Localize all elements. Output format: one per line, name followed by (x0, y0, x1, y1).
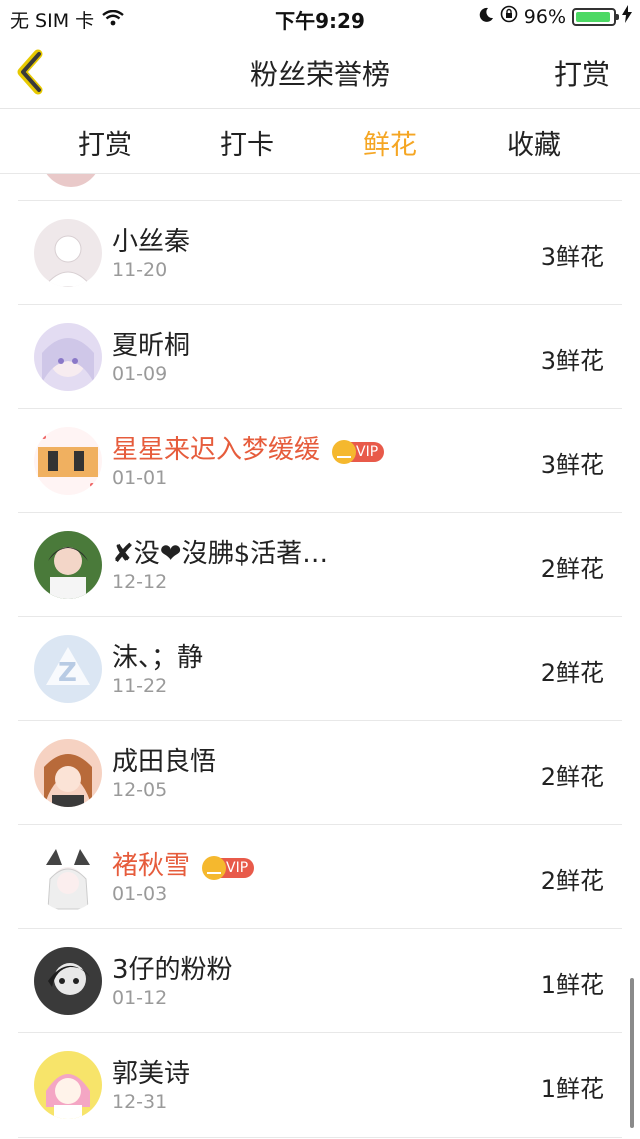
avatar (34, 219, 102, 287)
fan-name-text: 郭美诗 (112, 1059, 191, 1089)
list-item[interactable]: 褚秋雪 VIP 01-03 2鲜花 (18, 824, 622, 929)
tab-favorites[interactable]: 收藏 (507, 123, 561, 162)
avatar (34, 531, 102, 599)
avatar (34, 323, 102, 391)
battery-fill (576, 11, 611, 22)
moon-icon (478, 6, 494, 28)
svg-text:Z: Z (58, 658, 77, 688)
rotation-lock-icon (500, 5, 518, 28)
list-item[interactable]: 夏昕桐 01-09 3鲜花 (18, 304, 622, 409)
tab-flowers[interactable]: 鲜花 (363, 123, 417, 162)
list-item[interactable]: 成田良悟 12-05 2鲜花 (18, 720, 622, 825)
fan-name-text: 夏昕桐 (112, 331, 191, 361)
fan-name: 夏昕桐 (112, 325, 190, 362)
fan-name: 成田良悟 (112, 741, 216, 778)
tab-bar: 打赏 打卡 鲜花 收藏 (0, 109, 640, 174)
flower-count: 1鲜花 (540, 1075, 604, 1103)
fan-name: 3仔的粉粉 (112, 949, 233, 986)
fan-name: 沫、；静 (112, 637, 203, 674)
page-title: 粉丝荣誉榜 (249, 58, 390, 91)
fan-name-text: 褚秋雪 (112, 851, 191, 881)
list-item[interactable]: 星星来迟入梦缓缓 VIP 01-01 3鲜花 (18, 408, 622, 513)
fan-date: 12-12 (112, 571, 168, 593)
charging-bolt-icon (622, 5, 632, 28)
flower-count: 2鲜花 (540, 867, 604, 895)
status-bar: 无 SIM 卡 下午9:29 96% (0, 0, 640, 36)
fan-name-text: 成田良悟 (112, 747, 217, 777)
tip-button[interactable]: 打赏 (554, 53, 610, 93)
vip-badge: VIP (202, 853, 255, 880)
list-item[interactable]: Z 沫、；静 11-22 2鲜花 (18, 616, 622, 721)
status-right: 96% (478, 5, 632, 28)
flower-count: 1鲜花 (540, 971, 604, 999)
fan-date: 01-01 (112, 467, 168, 489)
fan-date: 11-20 (112, 259, 168, 281)
list-item[interactable]: 小丝秦 11-20 3鲜花 (18, 200, 622, 305)
fan-name: ✘没❤沒胇$活著… (112, 533, 328, 570)
fan-date: 01-09 (112, 363, 168, 385)
avatar: Z (34, 635, 102, 703)
list-item[interactable]: 郭美诗 12-31 1鲜花 (18, 1032, 622, 1138)
fan-name: 小丝秦 (112, 221, 190, 258)
list-item[interactable]: ✘没❤沒胇$活著… 12-12 2鲜花 (18, 512, 622, 617)
crown-icon (332, 440, 357, 464)
avatar (34, 1051, 102, 1119)
flower-count: 3鲜花 (540, 347, 604, 375)
tab-checkin[interactable]: 打卡 (220, 123, 274, 162)
vip-badge: VIP (332, 437, 385, 464)
avatar (34, 947, 102, 1015)
flower-count: 2鲜花 (540, 763, 604, 791)
battery-percent: 96% (523, 5, 566, 28)
avatar (34, 843, 102, 911)
fan-date: 12-31 (112, 1091, 168, 1113)
tab-tip[interactable]: 打赏 (78, 123, 132, 162)
avatar (40, 174, 102, 187)
battery-icon (572, 7, 619, 26)
fan-name-text: 3仔的粉粉 (112, 955, 233, 985)
fan-date: 01-03 (112, 883, 168, 905)
nav-bar: 粉丝荣誉榜 打赏 (0, 36, 640, 109)
fan-date: 11-22 (112, 675, 168, 697)
fan-name: 郭美诗 (112, 1053, 190, 1090)
list-item[interactable]: 3仔的粉粉 01-12 1鲜花 (18, 928, 622, 1033)
flower-count: 2鲜花 (540, 555, 604, 583)
fan-name: 褚秋雪 VIP (112, 845, 255, 882)
avatar (34, 739, 102, 807)
fan-date: 01-12 (112, 987, 168, 1009)
fan-name-text: ✘没❤沒胇$活著… (112, 539, 329, 569)
crown-icon (202, 856, 227, 880)
fan-name-text: 沫、；静 (112, 643, 204, 673)
fan-date: 12-05 (112, 779, 168, 801)
fan-name-text: 星星来迟入梦缓缓 (112, 435, 321, 465)
fan-name: 星星来迟入梦缓缓 VIP (112, 429, 385, 466)
flower-count: 3鲜花 (540, 243, 604, 271)
flower-count: 3鲜花 (540, 451, 604, 479)
fan-list: 小丝秦 11-20 3鲜花 夏昕桐 01-09 3鲜花 星星来迟入梦缓缓 VIP … (0, 174, 640, 1139)
scrollbar[interactable] (630, 978, 634, 1128)
flower-count: 2鲜花 (540, 659, 604, 687)
battery-nub (616, 13, 619, 20)
fan-name-text: 小丝秦 (112, 227, 191, 257)
avatar (34, 427, 102, 495)
